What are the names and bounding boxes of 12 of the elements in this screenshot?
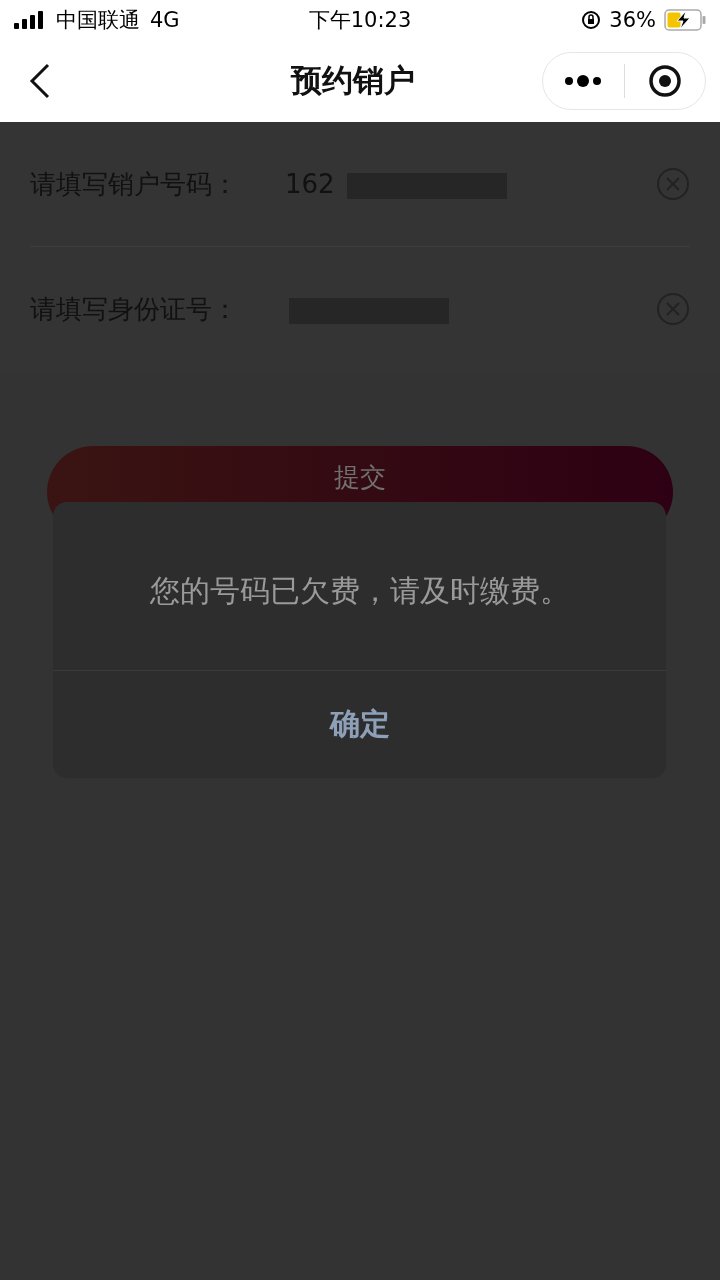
confirm-button[interactable]: 确定 [53, 671, 666, 778]
page-title: 预约销户 [291, 62, 415, 98]
battery-charging-icon [664, 9, 706, 31]
close-target-icon[interactable] [647, 64, 682, 98]
battery-percent: 36% [609, 8, 656, 32]
dialog-message: 您的号码已欠费，请及时缴费。 [149, 571, 570, 610]
network-type: 4G [150, 8, 180, 32]
signal-icon [14, 11, 46, 29]
carrier-name: 中国联通 [56, 7, 140, 34]
more-icon[interactable] [564, 75, 603, 87]
rotation-lock-icon [581, 10, 602, 30]
clock-time: 下午10:23 [308, 8, 412, 32]
